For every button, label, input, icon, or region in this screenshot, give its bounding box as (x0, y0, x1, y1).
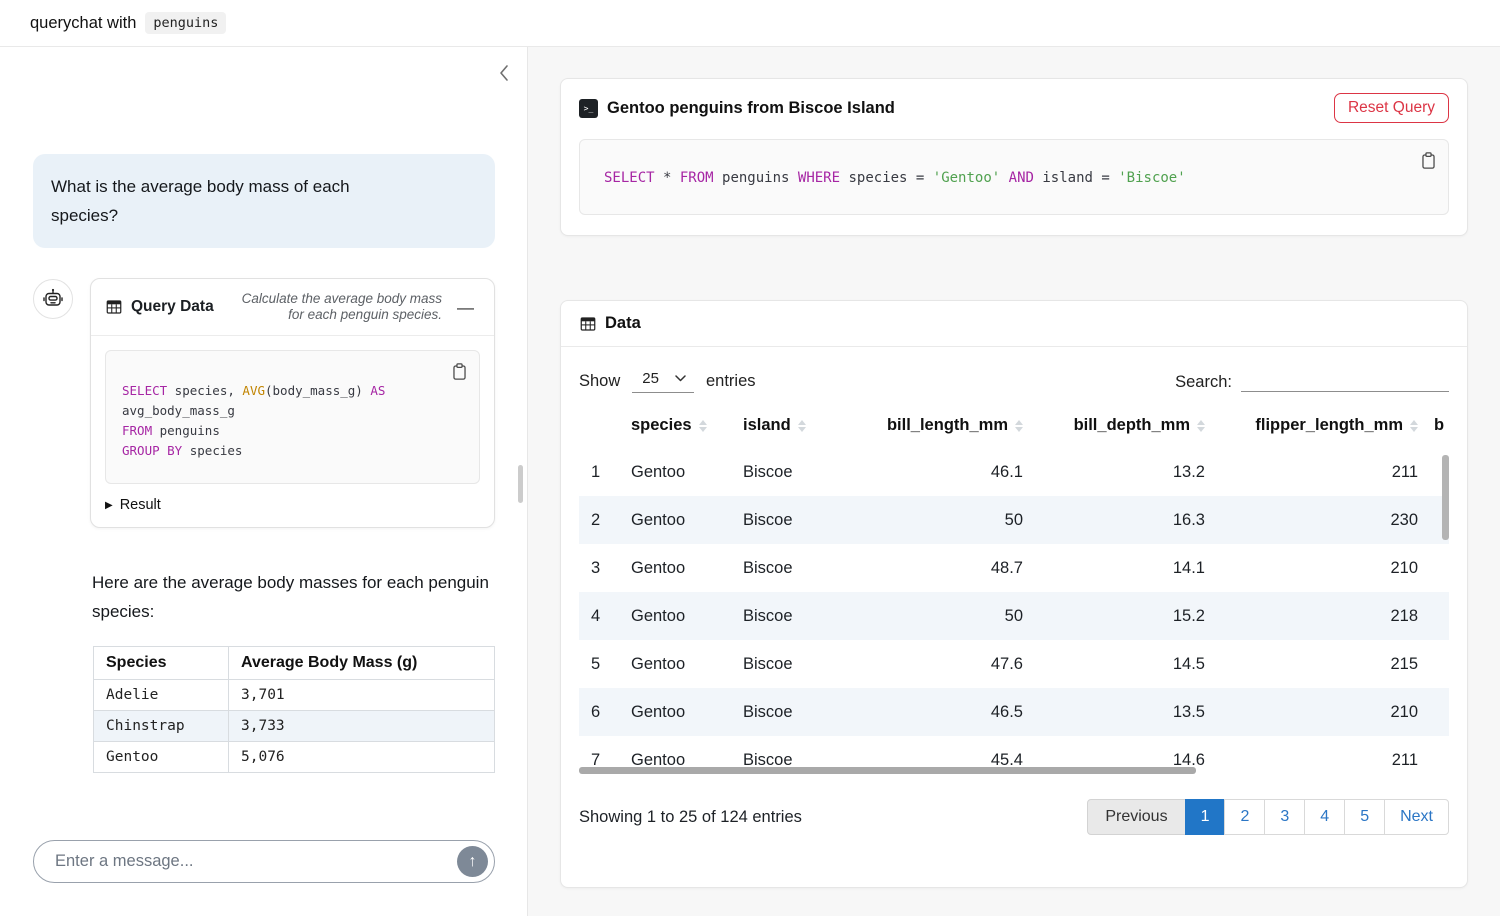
dataset-name-chip: penguins (145, 12, 226, 34)
caret-right-icon: ▶ (105, 500, 113, 511)
result-toggle-label: Result (120, 497, 161, 513)
table-icon (579, 315, 597, 333)
page-title-text: querychat with (30, 14, 136, 33)
table-row: 4GentooBiscoe5015.2218 (579, 592, 1449, 640)
table-row: Adelie 3,701 (94, 680, 495, 711)
table-row: 7GentooBiscoe45.414.6211 (579, 736, 1449, 781)
querychat-window: querychat with penguins ✕ What is the av… (0, 0, 1500, 916)
tool-request-text: Calculate the average body mass for each… (226, 291, 442, 323)
datatable-footer: Showing 1 to 25 of 124 entries Previous … (561, 781, 1467, 835)
terminal-icon: >_ (579, 99, 598, 118)
collapse-minus-icon[interactable]: — (451, 298, 480, 317)
search-input[interactable] (1241, 370, 1449, 392)
send-button[interactable]: ↑ (457, 846, 488, 877)
sort-icon (699, 420, 707, 432)
query-card: >_ Gentoo penguins from Biscoe Island Re… (560, 78, 1468, 236)
row-index-header (579, 403, 623, 448)
page-length-value: 25 (642, 370, 659, 387)
robot-icon (41, 287, 65, 311)
page-button-4[interactable]: 4 (1304, 799, 1345, 835)
sql-query-text: SELECT * FROM penguins WHERE species = '… (604, 168, 1424, 188)
datatable-controls: Show 25 entries Search: (561, 347, 1467, 397)
table-icon (105, 298, 123, 316)
sort-icon (1197, 420, 1205, 432)
table-header-row: species island bill_length_mm bill_depth… (579, 403, 1449, 448)
tool-card-header: Query Data Calculate the average body ma… (91, 279, 494, 336)
horizontal-scrollbar[interactable] (579, 767, 1196, 774)
table-row: 1GentooBiscoe46.113.2211 (579, 448, 1449, 496)
sql-query-text: SELECT species, AVG(body_mass_g) ASavg_b… (122, 381, 463, 461)
bot-avatar (33, 279, 73, 319)
entries-label: entries (706, 372, 756, 391)
chat-composer: ↑ (33, 840, 495, 883)
message-input[interactable] (53, 851, 457, 872)
page-button-5[interactable]: 5 (1344, 799, 1385, 835)
search-control: Search: (1175, 370, 1449, 392)
answer-result-table: Species Average Body Mass (g) Adelie 3,7… (93, 646, 495, 773)
column-header-island[interactable]: island (735, 403, 839, 448)
table-row: 3GentooBiscoe48.714.1210 (579, 544, 1449, 592)
query-title: Gentoo penguins from Biscoe Island (607, 99, 1334, 118)
chat-sidebar: What is the average body mass of each sp… (0, 47, 528, 916)
copy-icon[interactable] (449, 360, 470, 383)
column-header-mass: Average Body Mass (g) (229, 647, 495, 680)
column-header-species: Species (94, 647, 229, 680)
vertical-scrollbar[interactable] (1442, 455, 1449, 540)
species-cell: Gentoo (94, 742, 229, 773)
chat-scrollbar[interactable] (518, 465, 523, 503)
tool-card-body: SELECT species, AVG(body_mass_g) ASavg_b… (91, 336, 494, 527)
copy-icon[interactable] (1418, 149, 1439, 172)
assistant-answer-text: Here are the average body masses for eac… (92, 568, 494, 626)
mass-cell: 3,701 (229, 680, 495, 711)
data-table-wrapper: species island bill_length_mm bill_depth… (579, 403, 1449, 781)
table-row: Chinstrap 3,733 (94, 711, 495, 742)
column-header-species[interactable]: species (623, 403, 735, 448)
column-header-clipped[interactable]: b (1426, 403, 1449, 448)
sort-icon (1015, 420, 1023, 432)
data-card: Data Show 25 entries Search: (560, 300, 1468, 888)
table-row: 5GentooBiscoe47.614.5215 (579, 640, 1449, 688)
sort-icon (798, 420, 806, 432)
sort-icon (1410, 420, 1418, 432)
sql-code-block: SELECT species, AVG(body_mass_g) ASavg_b… (105, 350, 480, 484)
page-length-control: Show 25 entries (579, 369, 756, 393)
result-toggle[interactable]: ▶ Result (105, 497, 161, 513)
page-title: querychat with penguins (30, 12, 226, 34)
species-cell: Chinstrap (94, 711, 229, 742)
table-row: Gentoo 5,076 (94, 742, 495, 773)
entries-info: Showing 1 to 25 of 124 entries (579, 808, 802, 827)
data-panel: >_ Gentoo penguins from Biscoe Island Re… (528, 47, 1500, 916)
species-cell: Adelie (94, 680, 229, 711)
title-bar: querychat with penguins (0, 0, 1500, 47)
show-label: Show (579, 372, 620, 391)
page-length-select[interactable]: 25 (632, 369, 694, 393)
column-header-bill-length[interactable]: bill_length_mm (839, 403, 1031, 448)
reset-query-button[interactable]: Reset Query (1334, 93, 1449, 123)
column-header-flipper-length[interactable]: flipper_length_mm (1213, 403, 1426, 448)
column-header-bill-depth[interactable]: bill_depth_mm (1031, 403, 1213, 448)
sql-code-block: SELECT * FROM penguins WHERE species = '… (579, 139, 1449, 215)
pagination: Previous 1 2 3 4 5 Next (1088, 799, 1449, 835)
next-page-button[interactable]: Next (1384, 799, 1449, 835)
table-row: 6GentooBiscoe46.513.5210 (579, 688, 1449, 736)
sidebar-collapse-icon[interactable] (495, 61, 513, 85)
page-button-2[interactable]: 2 (1224, 799, 1265, 835)
penguins-data-table: species island bill_length_mm bill_depth… (579, 403, 1449, 781)
tool-call-card: Query Data Calculate the average body ma… (90, 278, 495, 528)
search-label: Search: (1175, 373, 1232, 392)
table-row: 2GentooBiscoe5016.3230 (579, 496, 1449, 544)
previous-page-button[interactable]: Previous (1087, 799, 1185, 835)
user-message-bubble: What is the average body mass of each sp… (33, 154, 495, 248)
page-button-1[interactable]: 1 (1185, 799, 1226, 835)
data-card-title: Data (605, 314, 641, 333)
page-button-3[interactable]: 3 (1264, 799, 1305, 835)
mass-cell: 5,076 (229, 742, 495, 773)
tool-card-title: Query Data (131, 298, 214, 316)
arrow-up-icon: ↑ (469, 853, 477, 871)
mass-cell: 3,733 (229, 711, 495, 742)
user-message-text: What is the average body mass of each sp… (51, 172, 403, 230)
data-card-header: Data (561, 301, 1467, 347)
chevron-down-icon (675, 375, 686, 382)
query-card-header: >_ Gentoo penguins from Biscoe Island Re… (561, 79, 1467, 137)
